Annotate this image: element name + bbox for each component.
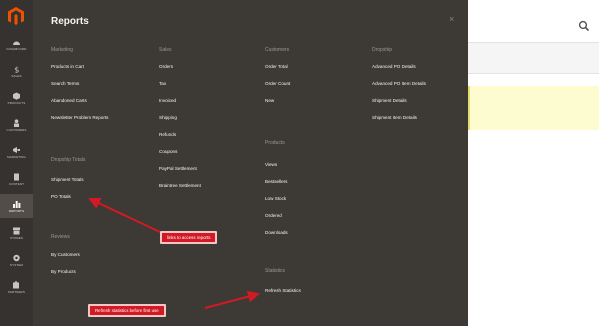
annotation-arrows: [88, 197, 260, 309]
arrow-to-refresh-statistics: [204, 290, 260, 309]
annotation-po-reports: links to access reports: [160, 231, 218, 244]
arrow-to-po-totals: [88, 197, 161, 233]
annotation-refresh-statistics: Refresh statistics before first use: [88, 304, 166, 317]
